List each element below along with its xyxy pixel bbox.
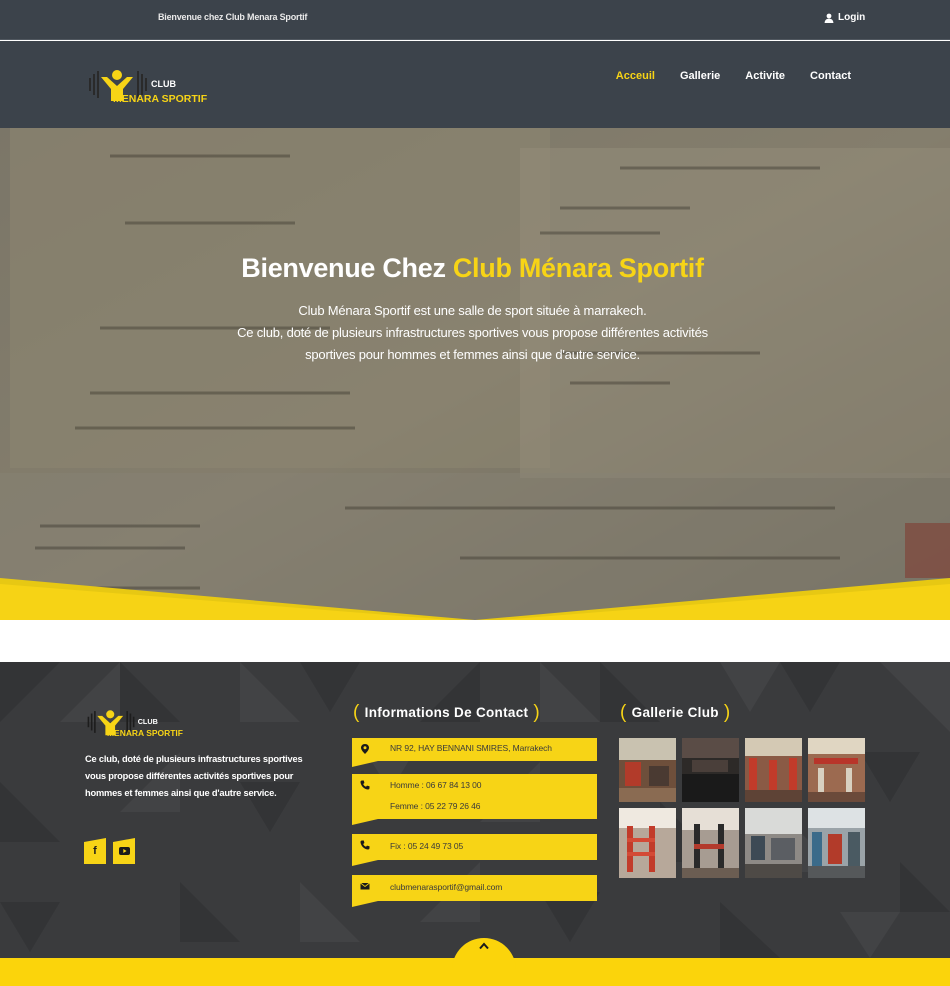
gallery-thumb-1[interactable] [619, 738, 676, 802]
gallery-thumb-8[interactable] [808, 808, 865, 878]
facebook-button[interactable]: f [84, 838, 106, 864]
nav-activite[interactable]: Activite [745, 70, 785, 82]
gym-photo [745, 808, 802, 878]
nav-contact[interactable]: Contact [810, 70, 851, 82]
youtube-button[interactable] [113, 838, 135, 864]
gym-photo [682, 808, 739, 878]
fix-box: Fix : 05 24 49 73 05 [352, 834, 597, 860]
gym-photo [808, 808, 865, 878]
gallery-title-text: Gallerie Club [631, 705, 719, 720]
contact-section-title: (Informations De Contact) [353, 702, 540, 723]
hero-section: Bienvenue Chez Club Ménara Sportif Club … [0, 128, 950, 620]
gallery-section-title: (Gallerie Club) [620, 702, 731, 723]
gallery-thumb-2[interactable] [682, 738, 739, 802]
top-bar: Bienvenue chez Club Menara Sportif Login [0, 0, 950, 40]
footer-description: Ce club, doté de plusieurs infrastructur… [85, 754, 303, 798]
gallery-thumb-7[interactable] [745, 808, 802, 878]
hero-yellow-wave [0, 578, 950, 620]
hero-title-prefix: Bienvenue Chez [241, 253, 453, 283]
gym-photo [619, 738, 676, 802]
hero-description: Club Ménara Sportif est une salle de spo… [180, 300, 765, 366]
footer-logo-name-text: MENARA SPORTIF [107, 728, 183, 738]
logo-club-text: CLUB [151, 79, 176, 89]
gallery-thumb-4[interactable] [808, 738, 865, 802]
phone-icon [360, 780, 370, 790]
logo-mark: CLUB MENARA SPORTIF [89, 70, 208, 105]
gym-photo [682, 738, 739, 802]
footer-logo[interactable]: CLUB MENARA SPORTIF [86, 706, 191, 742]
hero-line-3: sportives pour hommes et femmes ainsi qu… [305, 347, 640, 362]
facebook-icon: f [93, 845, 97, 857]
phone-box: Homme : 06 67 84 13 00 Femme : 05 22 79 … [352, 774, 597, 819]
gym-photo [619, 808, 676, 878]
gallery-thumb-3[interactable] [745, 738, 802, 802]
club-logo[interactable]: CLUB MENARA SPORTIF [87, 67, 217, 107]
address-box: NR 92, HAY BENNANI SMIRES, Marrakech [352, 738, 597, 761]
map-marker-icon [361, 744, 369, 754]
login-link[interactable]: Login [824, 12, 865, 23]
hero-line-1: Club Ménara Sportif est une salle de spo… [298, 303, 647, 318]
youtube-icon [118, 847, 130, 855]
contact-title-text: Informations De Contact [364, 705, 529, 720]
fix-text: Fix : 05 24 49 73 05 [390, 841, 464, 851]
gallery-thumb-5[interactable] [619, 808, 676, 878]
phone-homme-text: Homme : 06 67 84 13 00 [390, 780, 482, 790]
email-text: clubmenarasportif@gmail.com [390, 882, 503, 892]
footer: CLUB MENARA SPORTIF Ce club, doté de plu… [0, 662, 950, 958]
login-label: Login [838, 12, 866, 23]
main-nav: Acceuil Gallerie Activite Contact [616, 70, 851, 82]
nav-acceuil[interactable]: Acceuil [616, 70, 655, 82]
navbar: CLUB MENARA SPORTIF Acceuil Gallerie Act… [0, 41, 950, 128]
footer-logo-club-text: CLUB [138, 717, 158, 726]
gym-photo [808, 738, 865, 802]
phone-icon [360, 840, 370, 850]
chevron-up-icon [479, 942, 489, 950]
welcome-text: Bienvenue chez Club Menara Sportif [158, 12, 308, 22]
nav-gallerie[interactable]: Gallerie [680, 70, 720, 82]
gym-photo [745, 738, 802, 802]
address-text: NR 92, HAY BENNANI SMIRES, Marrakech [390, 743, 552, 753]
hero-overlay [0, 128, 950, 620]
user-icon [824, 13, 834, 23]
hero-title: Bienvenue Chez Club Ménara Sportif [0, 253, 945, 284]
page: Bienvenue chez Club Menara Sportif Login… [0, 0, 950, 986]
footer-logo-mark: CLUB MENARA SPORTIF [87, 710, 183, 738]
email-box[interactable]: clubmenarasportif@gmail.com [352, 875, 597, 901]
envelope-icon [360, 882, 370, 890]
hero-line-2: Ce club, doté de plusieurs infrastructur… [237, 325, 708, 340]
hero-title-accent: Club Ménara Sportif [452, 253, 704, 283]
gallery-thumb-6[interactable] [682, 808, 739, 878]
phone-femme-text: Femme : 05 22 79 26 46 [390, 801, 481, 811]
logo-name-text: MENARA SPORTIF [113, 93, 208, 105]
